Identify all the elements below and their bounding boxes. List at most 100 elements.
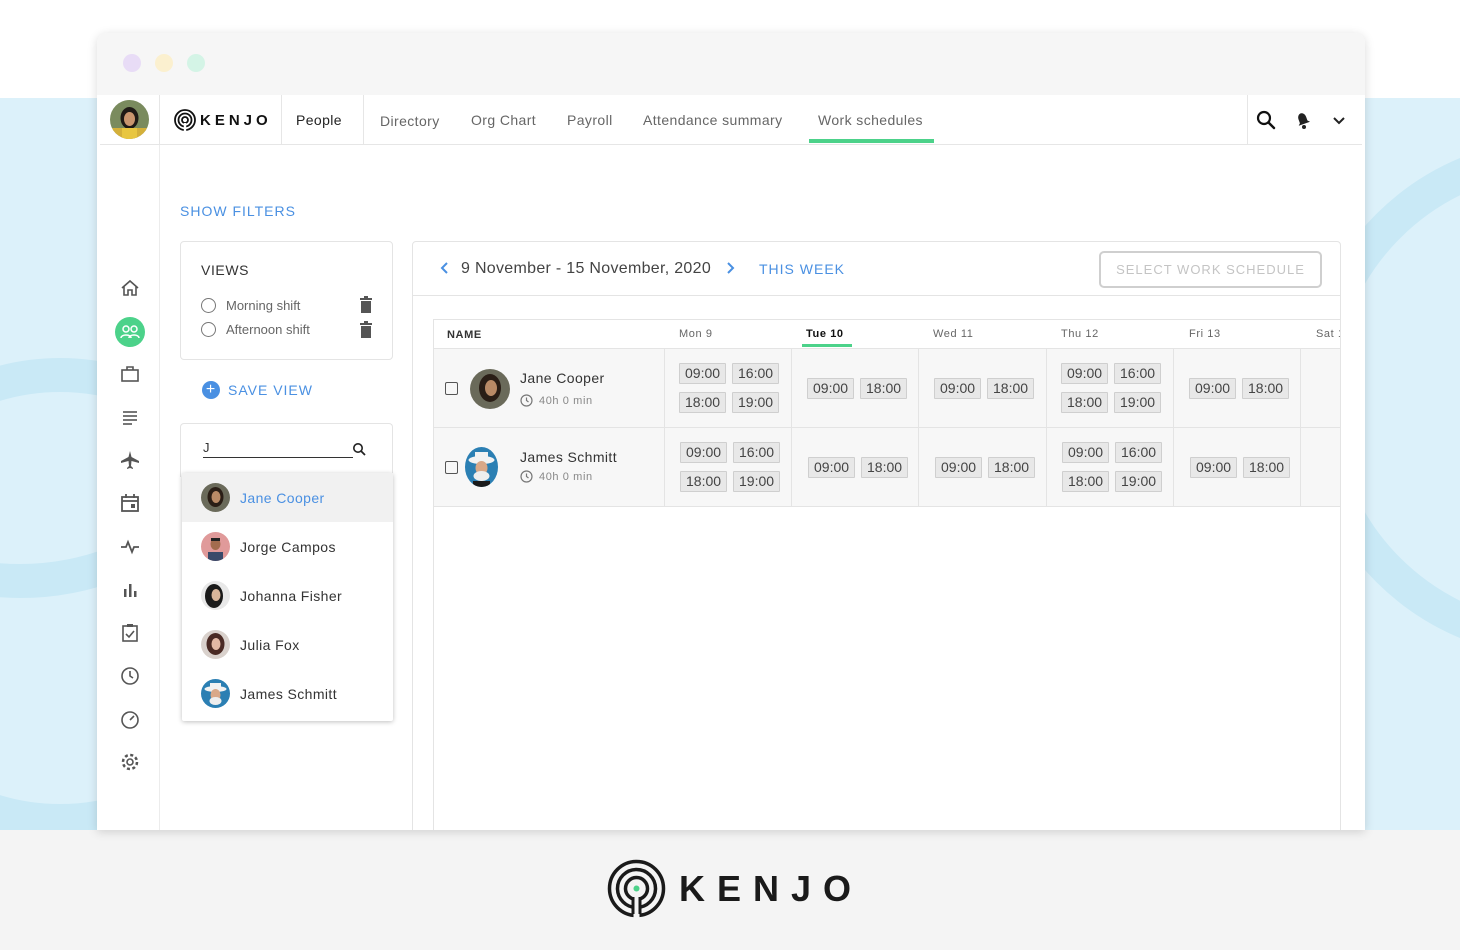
time-chip[interactable]: 19:00 xyxy=(1115,471,1163,492)
people-icon[interactable] xyxy=(115,317,145,347)
schedule-cell[interactable]: 09:00 18:00 xyxy=(1173,428,1300,506)
gauge-icon[interactable] xyxy=(119,708,141,730)
avatar xyxy=(470,369,510,409)
briefcase-icon[interactable] xyxy=(119,363,141,385)
pulse-icon[interactable] xyxy=(119,536,141,558)
time-chip[interactable]: 09:00 xyxy=(1061,363,1109,384)
time-chip[interactable]: 09:00 xyxy=(680,442,728,463)
time-chip[interactable]: 18:00 xyxy=(680,471,728,492)
search-result-item[interactable]: James Schmitt xyxy=(182,669,393,718)
schedule-cell[interactable] xyxy=(1300,349,1340,427)
time-chip[interactable]: 19:00 xyxy=(732,392,780,413)
chevron-right-icon[interactable] xyxy=(723,261,737,275)
this-week-button[interactable]: THIS WEEK xyxy=(759,261,845,277)
clock-icon[interactable] xyxy=(119,665,141,687)
plane-icon[interactable] xyxy=(119,449,141,471)
chevron-down-icon[interactable] xyxy=(1328,109,1350,131)
column-header-day[interactable]: Sat 14 xyxy=(1316,328,1340,340)
row-checkbox[interactable] xyxy=(445,382,458,395)
nav-org-chart[interactable]: Org Chart xyxy=(471,112,536,128)
time-chip[interactable]: 18:00 xyxy=(987,378,1035,399)
time-chip[interactable]: 16:00 xyxy=(1115,442,1163,463)
time-chip[interactable]: 09:00 xyxy=(1189,378,1237,399)
time-chip[interactable]: 09:00 xyxy=(807,378,855,399)
time-chip[interactable]: 18:00 xyxy=(1061,392,1109,413)
window-minimize-dot[interactable] xyxy=(155,54,173,72)
search-icon[interactable] xyxy=(1255,109,1277,131)
radio-button[interactable] xyxy=(201,298,216,313)
document-icon[interactable] xyxy=(119,406,141,428)
time-chip[interactable]: 09:00 xyxy=(1190,457,1238,478)
schedule-cell[interactable]: 09:00 18:00 xyxy=(791,428,918,506)
sidebar xyxy=(100,145,160,830)
time-chip[interactable]: 16:00 xyxy=(733,442,781,463)
trash-icon[interactable] xyxy=(359,296,373,313)
time-chip[interactable]: 19:00 xyxy=(733,471,781,492)
window-titlebar xyxy=(97,33,1365,95)
schedule-cell[interactable]: 09:00 18:00 xyxy=(918,428,1045,506)
nav-people[interactable]: People xyxy=(296,112,342,128)
employee-search-input[interactable] xyxy=(203,438,353,458)
home-icon[interactable] xyxy=(119,277,141,299)
time-chip[interactable]: 18:00 xyxy=(988,457,1036,478)
view-item[interactable]: Morning shift xyxy=(201,298,300,313)
bell-icon[interactable] xyxy=(1292,109,1314,131)
nav-directory[interactable]: Directory xyxy=(380,113,440,129)
time-chip[interactable]: 18:00 xyxy=(1062,471,1110,492)
bar-chart-icon[interactable] xyxy=(119,579,141,601)
search-result-item[interactable]: Jorge Campos xyxy=(182,522,393,571)
search-result-item[interactable]: Julia Fox xyxy=(182,620,393,669)
schedule-cell[interactable]: 09:00 16:00 18:00 19:00 xyxy=(1046,349,1173,427)
search-icon[interactable] xyxy=(352,442,366,456)
column-header-day[interactable]: Mon 9 xyxy=(679,328,713,340)
user-avatar[interactable] xyxy=(110,100,149,139)
clock-icon xyxy=(520,394,533,407)
gear-icon[interactable] xyxy=(119,751,141,773)
select-work-schedule-button[interactable]: SELECT WORK SCHEDULE xyxy=(1099,251,1322,288)
radio-button[interactable] xyxy=(201,322,216,337)
time-chip[interactable]: 09:00 xyxy=(1062,442,1110,463)
time-chip[interactable]: 19:00 xyxy=(1114,392,1162,413)
search-result-item[interactable]: Johanna Fisher xyxy=(182,571,393,620)
window-close-dot[interactable] xyxy=(123,54,141,72)
column-header-day[interactable]: Tue 10 xyxy=(806,328,844,340)
schedule-cell[interactable]: 09:00 18:00 xyxy=(791,349,918,427)
nav-attendance-summary[interactable]: Attendance summary xyxy=(643,112,782,128)
column-header-day[interactable]: Thu 12 xyxy=(1061,328,1099,340)
schedule-cell[interactable]: 09:00 16:00 18:00 19:00 xyxy=(664,428,791,506)
nav-payroll[interactable]: Payroll xyxy=(567,112,613,128)
schedule-cell[interactable]: 09:00 16:00 18:00 19:00 xyxy=(1046,428,1173,506)
schedule-cell[interactable]: 09:00 18:00 xyxy=(918,349,1045,427)
time-chip[interactable]: 18:00 xyxy=(679,392,727,413)
time-chip[interactable]: 16:00 xyxy=(1114,363,1162,384)
nav-work-schedules[interactable]: Work schedules xyxy=(818,112,923,128)
time-chip[interactable]: 18:00 xyxy=(860,378,908,399)
calendar-icon[interactable] xyxy=(119,492,141,514)
time-chip[interactable]: 16:00 xyxy=(732,363,780,384)
schedule-cell[interactable]: 09:00 16:00 18:00 19:00 xyxy=(664,349,791,427)
time-chip[interactable]: 18:00 xyxy=(861,457,909,478)
employee-name[interactable]: James Schmitt xyxy=(520,449,617,465)
time-chip[interactable]: 09:00 xyxy=(679,363,727,384)
chevron-left-icon[interactable] xyxy=(438,261,452,275)
view-item[interactable]: Afternoon shift xyxy=(201,322,310,337)
time-chip[interactable]: 18:00 xyxy=(1243,457,1291,478)
schedule-cell[interactable]: 09:00 18:00 xyxy=(1173,349,1300,427)
row-checkbox[interactable] xyxy=(445,461,458,474)
schedule-cell[interactable] xyxy=(1300,428,1340,506)
save-view-button[interactable]: + SAVE VIEW xyxy=(202,381,313,399)
column-header-day[interactable]: Fri 13 xyxy=(1189,328,1221,340)
kenjo-logo[interactable]: KENJO xyxy=(174,109,272,131)
search-result-item[interactable]: Jane Cooper xyxy=(182,473,393,522)
trash-icon[interactable] xyxy=(359,321,373,338)
hours-value: 40h 0 min xyxy=(539,394,593,407)
time-chip[interactable]: 09:00 xyxy=(934,378,982,399)
time-chip[interactable]: 18:00 xyxy=(1242,378,1290,399)
window-maximize-dot[interactable] xyxy=(187,54,205,72)
employee-name[interactable]: Jane Cooper xyxy=(520,370,605,386)
time-chip[interactable]: 09:00 xyxy=(808,457,856,478)
checklist-icon[interactable] xyxy=(119,622,141,644)
time-chip[interactable]: 09:00 xyxy=(935,457,983,478)
show-filters-button[interactable]: SHOW FILTERS xyxy=(180,203,296,219)
column-header-day[interactable]: Wed 11 xyxy=(933,328,974,340)
